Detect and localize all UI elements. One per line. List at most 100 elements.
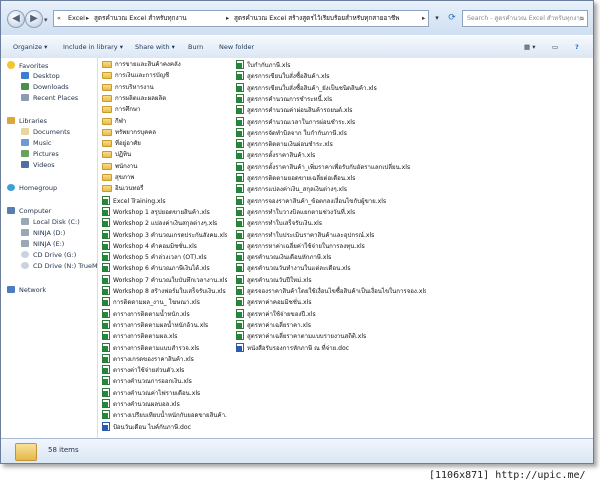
file-item[interactable]: สูตรการคำนวณการชำระหนี้.xls — [236, 93, 426, 105]
file-item[interactable]: สูตรการจองราคาสินค้า_ข้อตกลงเงื่อนไขกับผ… — [236, 195, 426, 207]
file-item[interactable]: สูตรการเขียนใบสั่งซื้อสินค้า.xls — [236, 71, 426, 82]
address-input[interactable]: « Excel ▸ สูตรคำนวณ Excel สำหรับทุกงาน ▸… — [53, 10, 429, 27]
address-dropdown-button[interactable]: ▾ — [431, 10, 443, 27]
file-item[interactable]: ตารางการติดตามน้ำหนัก.xls — [102, 308, 227, 320]
file-item[interactable]: สูตรหาค่าเฉลี่ยราคาตามแบบรายงานสถิติ.xls — [236, 331, 426, 342]
nav-pictures[interactable]: Pictures — [21, 150, 59, 159]
file-item[interactable]: สูตรการจัดทำบิลจาก ใบกำกับภาษี.xls — [236, 127, 426, 139]
folder-item[interactable]: สุขภาพ — [102, 173, 227, 184]
file-item[interactable]: Workshop 4 คำคอมมิชชั่น.xls — [102, 240, 227, 252]
file-item[interactable]: สูตรจองราคาสินค้าโดยใช้เงื่อนไขซื้อสินค้… — [236, 286, 426, 297]
file-item[interactable]: สูตรการเขียนใบสั่งซื้อสินค้า_ยังเป็นชนิด… — [236, 82, 426, 94]
file-item[interactable]: สูตรการคำนวณเวลาในการผ่อนชำระ.xls — [236, 116, 426, 128]
breadcrumb-excel[interactable]: Excel — [68, 11, 85, 26]
nav-cd-drive-n[interactable]: CD Drive (N:) TrueM — [21, 262, 98, 271]
file-item[interactable]: Workshop 1 สรุปยอดขายสินค้า.xls — [102, 206, 227, 218]
file-item[interactable]: Workshop 2 แปลงค่าเงินสกุลต่างๆ.xls — [102, 218, 227, 229]
file-item[interactable]: Workshop 5 คำล่วงเวลา (OT).xls — [102, 252, 227, 263]
file-item[interactable]: สูตรคำนวณเงินเดือนหักภาษี.xls — [236, 252, 426, 263]
refresh-button[interactable]: ⟳ — [445, 10, 459, 27]
file-item[interactable]: สูตรหาค่าใช้จ่ายของปี.xls — [236, 308, 426, 320]
include-in-library-button[interactable]: Include in library ▾ — [63, 36, 123, 58]
nav-cd-drive-g[interactable]: CD Drive (G:) — [21, 251, 76, 260]
file-item[interactable]: สูตรคำนวณวันทำงานในแต่ละเดือน.xls — [236, 263, 426, 274]
file-item[interactable]: ตารางคำนวณการออกเงิน.xls — [102, 376, 227, 387]
folder-item[interactable]: ทรัพยากรบุคคล — [102, 128, 227, 139]
nav-local-disk-c[interactable]: Local Disk (C:) — [21, 218, 80, 227]
file-item[interactable]: สูตรการทำใบเสร็จรับเงิน.xls — [236, 218, 426, 229]
file-item[interactable]: Workshop 7 คำนวณใบบันทึกเวลางาน.xls — [102, 274, 227, 286]
folder-item[interactable]: การบริหารงาน — [102, 83, 227, 94]
file-item[interactable]: สูตรการทำใบวางบิลแยกตามช่วงวันที่.xls — [236, 206, 426, 218]
folder-item[interactable]: การเงินและการบัญชี — [102, 71, 227, 82]
search-icon[interactable]: ⌕ — [580, 11, 584, 26]
nav-music[interactable]: Music — [21, 139, 52, 148]
nav-desktop[interactable]: Desktop — [21, 72, 60, 81]
nav-favorites[interactable]: Favorites — [7, 61, 48, 71]
recent-pages-dropdown[interactable]: ▾ — [44, 16, 48, 24]
file-item[interactable]: การติดตามผล_งาน_ โฆษณา.xls — [102, 297, 227, 308]
file-item[interactable]: Workshop 3 คำนวณเกรดประกันสังคม.xls — [102, 229, 227, 241]
views-button[interactable]: ▦ ▾ — [524, 36, 535, 58]
file-item[interactable]: ตารางคำนวณค่าไฟรายเดือน.xls — [102, 387, 227, 399]
file-item[interactable]: ป้อนวันเดือน ไบค์กับภาษี.doc — [102, 421, 227, 433]
burn-button[interactable]: Burn — [188, 36, 203, 58]
file-item[interactable]: ตารางการติดตามผลน้ำหนักอ้วน.xls — [102, 319, 227, 331]
nav-downloads[interactable]: Downloads — [21, 83, 69, 92]
folder-item[interactable]: การศึกษา — [102, 105, 227, 116]
pictures-icon — [21, 150, 29, 157]
file-item[interactable]: ใบกำกับภาษี.xls — [236, 60, 426, 71]
file-item[interactable]: Excel Training.xls — [102, 195, 227, 207]
file-item[interactable]: สูตรการแปลงค่าเงิน_สกุลเงินต่างๆ.xls — [236, 184, 426, 195]
nav-recent-places[interactable]: Recent Places — [21, 94, 78, 103]
preview-pane-button[interactable]: ▭ — [552, 36, 558, 58]
breadcrumb-separator[interactable]: ▸ — [422, 11, 425, 26]
file-item[interactable]: สูตรการติดตามยอดขายเฉลี่ยต่อเดือน.xls — [236, 173, 426, 184]
file-item[interactable]: ตารางเปรียบเทียบน้ำหนักกับยอดขายสินค้า.x… — [102, 410, 227, 421]
folder-item[interactable]: การผลิตและผลผลิต — [102, 94, 227, 105]
nav-homegroup[interactable]: Homegroup — [7, 184, 57, 193]
file-item[interactable]: ตารางการติดตามผล.xls — [102, 331, 227, 342]
search-input[interactable]: Search - สูตรคำนวณ Excel สำหรับทุกงาน ⌕ — [462, 10, 588, 27]
nav-ninja-e[interactable]: NINJA (E:) — [21, 240, 64, 249]
help-button[interactable]: ? — [575, 36, 579, 58]
file-item[interactable]: สูตรหาค่าคอมมิชชั่น.xls — [236, 297, 426, 308]
folder-item[interactable]: กีฬา — [102, 117, 227, 128]
breadcrumb-separator[interactable]: ▸ — [226, 11, 229, 26]
nav-computer[interactable]: Computer — [7, 207, 51, 216]
folder-item[interactable]: พนักงาน — [102, 162, 227, 173]
file-item[interactable]: สูตรหาค่าเฉลี่ยราคา.xls — [236, 319, 426, 331]
nav-ninja-d[interactable]: NINJA (D:) — [21, 229, 65, 238]
forward-button[interactable]: ▶ — [25, 10, 43, 28]
nav-network[interactable]: Network — [7, 286, 46, 295]
folder-item[interactable]: อินเวนทอรี่ — [102, 184, 227, 195]
folder-item[interactable]: ที่อยู่อาศัย — [102, 139, 227, 150]
organize-button[interactable]: Organize ▾ — [13, 36, 47, 58]
nav-documents[interactable]: Documents — [21, 128, 70, 137]
nav-libraries[interactable]: Libraries — [7, 117, 47, 126]
file-item[interactable]: สูตรการตั้งราคาสินค้า_เพิ่มราคาเพื่อรับก… — [236, 161, 426, 173]
file-item[interactable]: ตารางการติดตามแบบสำรวจ.xls — [102, 342, 227, 354]
folder-item[interactable]: ปฏิทิน — [102, 150, 227, 161]
nav-videos[interactable]: Videos — [21, 161, 55, 170]
folder-item[interactable]: การขายและสินค้าคงคลัง — [102, 60, 227, 71]
breadcrumb-current-folder[interactable]: สูตรคำนวณ Excel สร้างสูตรไว้เรียบร้อยสำห… — [234, 11, 399, 26]
new-folder-button[interactable]: New folder — [219, 36, 254, 58]
breadcrumb-formulas-all-tasks[interactable]: สูตรคำนวณ Excel สำหรับทุกงาน — [94, 11, 187, 26]
file-item[interactable]: หนังสือรับรองการหักภาษี ณ ที่จ่าย.doc — [236, 342, 426, 354]
breadcrumb-overflow-chevrons[interactable]: « — [57, 11, 61, 26]
file-item[interactable]: ตารางคำนวณผลบอล.xls — [102, 399, 227, 410]
file-item[interactable]: Workshop 8 สร้างฟอร์มใบเสร็จรับเงิน.xls — [102, 286, 227, 297]
file-item[interactable]: สูตรการตั้งราคาสินค้า.xls — [236, 150, 426, 161]
back-button[interactable]: ◀ — [7, 10, 25, 28]
file-item[interactable]: Workshop 6 คำนวณภาษีเงินได้.xls — [102, 263, 227, 274]
file-item[interactable]: สูตรการทำใบประเมินราคาสินค้าและอุปกรณ์.x… — [236, 229, 426, 241]
breadcrumb-separator[interactable]: ▸ — [86, 11, 89, 26]
file-item[interactable]: ตารางค่าใช้จ่ายส่วนตัว.xls — [102, 365, 227, 376]
file-item[interactable]: ตารางเกรดของราคาสินค้า.xls — [102, 353, 227, 365]
file-item[interactable]: สูตรการคำนวณค่าผ่อนสินค้ารถยนต์.xls — [236, 105, 426, 116]
share-with-button[interactable]: Share with ▾ — [135, 36, 175, 58]
file-item[interactable]: สูตรการติดตามเงินผ่อนชำระ.xls — [236, 139, 426, 150]
file-item[interactable]: สูตรคำนวณวันปีใหม่.xls — [236, 274, 426, 286]
file-item[interactable]: สูตรการหาค่าเฉลี่ยค่าใช้จ่ายในการลงทุน.x… — [236, 240, 426, 252]
